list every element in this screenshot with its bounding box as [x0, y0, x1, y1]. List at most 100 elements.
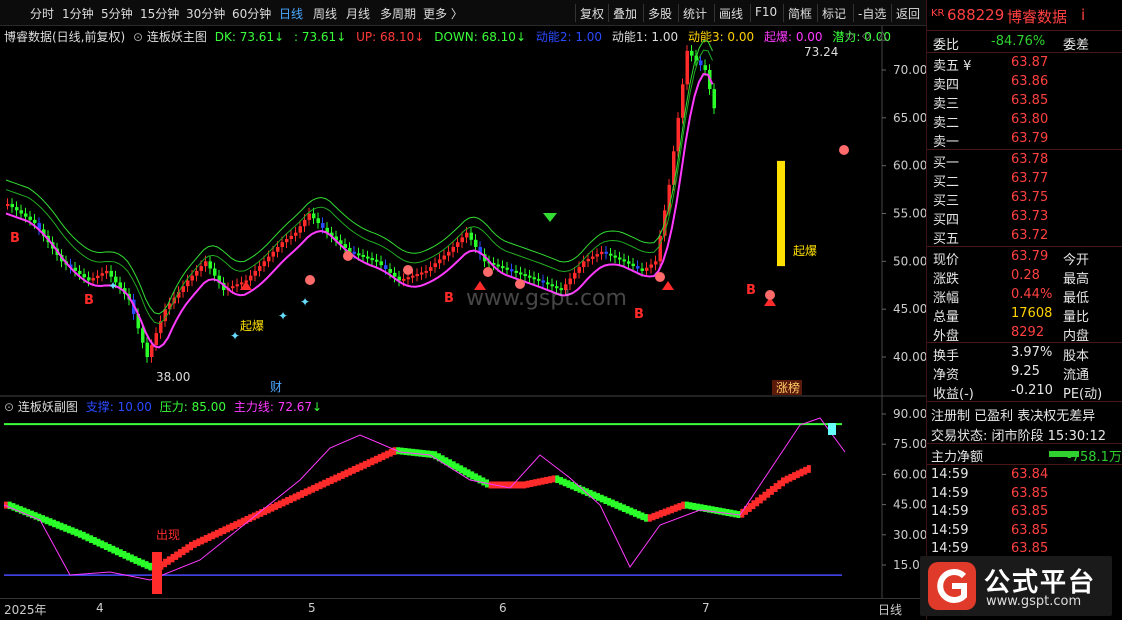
main-force-block	[792, 472, 797, 480]
candle-body	[442, 255, 446, 260]
main-force-block	[103, 542, 108, 551]
time-label-apr: 4	[96, 601, 104, 615]
price-axis-label: 55.00	[893, 207, 926, 221]
main-force-block	[425, 450, 430, 458]
main-force-block	[647, 514, 652, 522]
buy-b-icon: B	[444, 291, 454, 306]
main-force-block	[200, 536, 205, 545]
candle-body	[703, 65, 707, 70]
main-force-block	[344, 469, 349, 478]
price-axis-label: 50.00	[893, 254, 926, 268]
main-force-block	[41, 515, 45, 523]
candle-body	[690, 50, 694, 56]
main-force-block	[773, 483, 778, 492]
main-force-block	[418, 449, 423, 457]
gem-icon	[403, 265, 413, 275]
main-force-block	[314, 483, 319, 491]
main-force-block	[784, 475, 789, 484]
main-force-block	[115, 547, 119, 556]
sub-axis-label: 30.00	[893, 528, 926, 542]
sub-indicator-name[interactable]: 连板妖副图	[18, 400, 78, 414]
main-force-block	[562, 478, 567, 487]
main-force-block	[725, 508, 730, 516]
candle-body	[591, 256, 595, 259]
yali-value: 压力: 85.00	[159, 400, 226, 414]
candle-body	[600, 251, 604, 255]
candle-body	[208, 261, 212, 269]
info-icon[interactable]: i	[1081, 6, 1085, 24]
candle-body	[402, 278, 406, 281]
stat-value: 8292	[1011, 325, 1045, 340]
zhangbang-label: 涨榜	[776, 380, 800, 395]
main-force-block	[362, 460, 367, 469]
candle-body	[240, 282, 244, 285]
main-force-block	[148, 562, 153, 571]
trade-status-row: 交易状态: 闭市阶段 15:30:12	[927, 424, 1122, 444]
candle-body	[28, 216, 32, 220]
weibi-value: -84.76%	[991, 34, 1046, 49]
candle-body	[357, 253, 361, 256]
high-price-label: 73.24	[804, 45, 838, 59]
main-force-block	[525, 480, 530, 488]
main-force-block	[636, 510, 641, 519]
main-force-block	[48, 518, 53, 526]
logo-mark-icon	[928, 562, 976, 610]
sub-axis-label: 45.00	[893, 498, 926, 512]
candle-body	[361, 254, 365, 257]
sub-toggle-icon[interactable]: ⊙	[4, 400, 14, 414]
flags-row: 注册制 已盈利 表决权无差异	[927, 404, 1122, 424]
candle-body	[82, 274, 86, 278]
main-force-block	[769, 485, 774, 495]
stat-value: 3.97%	[1011, 345, 1053, 360]
candle-body	[411, 275, 415, 278]
candle-body	[537, 278, 541, 281]
main-force-block	[333, 474, 338, 483]
main-force-block	[518, 481, 523, 489]
candlestick-chart[interactable]: 73.2438.00起爆起爆财 涨榜BB BBB✦✦✦✦出现 70.0065.006…	[0, 0, 926, 598]
main-force-block	[751, 500, 756, 510]
butterfly-icon: ✦	[300, 295, 310, 309]
candle-body	[379, 261, 383, 266]
candle-body	[253, 270, 257, 276]
buy-level-price: 63.77	[1011, 171, 1049, 186]
main-force-block	[655, 511, 660, 519]
buy-level-label: 买二	[933, 175, 960, 190]
main-force-block	[536, 478, 541, 486]
chuxian-label: 出现	[156, 528, 180, 542]
sell-level-row: 卖三 63.85	[927, 92, 1122, 112]
quote-header: KR 688229 博睿数据 i	[927, 0, 1122, 30]
main-force-block	[329, 476, 334, 485]
candle-body	[474, 239, 478, 247]
main-force-block	[181, 546, 186, 556]
main-force-block	[66, 525, 71, 534]
main-force-block	[340, 471, 345, 479]
candle-body	[469, 232, 473, 240]
quote-stat-row: 总量 17608 量比	[927, 305, 1122, 325]
main-force-block	[233, 521, 238, 529]
candle-body	[451, 246, 455, 252]
candle-body	[249, 275, 253, 281]
cai-label: 财	[270, 380, 282, 394]
tick-time: 14:59	[931, 467, 969, 482]
candle-body	[681, 84, 685, 118]
gongshi-logo: 公式平台 www.gspt.com	[920, 556, 1112, 616]
main-force-block	[292, 493, 297, 502]
butterfly-icon: ✦	[278, 309, 288, 323]
buy-level-label: 买四	[933, 213, 960, 228]
main-force-block	[755, 497, 760, 507]
candle-body	[573, 272, 577, 279]
main-force-block	[52, 519, 57, 528]
main-force-block	[237, 519, 242, 528]
sell-level-label: 卖五 ¥	[933, 59, 972, 74]
stat-value: 0.28	[1011, 268, 1040, 283]
candle-body	[685, 50, 689, 85]
candle-body	[640, 268, 644, 271]
main-force-block	[522, 481, 526, 489]
quote-stat-row: 外盘 8292 内盘	[927, 324, 1122, 344]
stat-label: 现价	[933, 253, 960, 268]
tick-time: 14:59	[931, 522, 969, 538]
sub-legend: ⊙ 连板妖副图 支撑: 10.00 压力: 85.00 主力线: 72.67↓	[4, 398, 322, 414]
tick-row: 14:59 63.85	[927, 522, 1122, 541]
weicha-label: 委差	[1063, 38, 1090, 53]
period-label[interactable]: 日线	[878, 601, 902, 618]
